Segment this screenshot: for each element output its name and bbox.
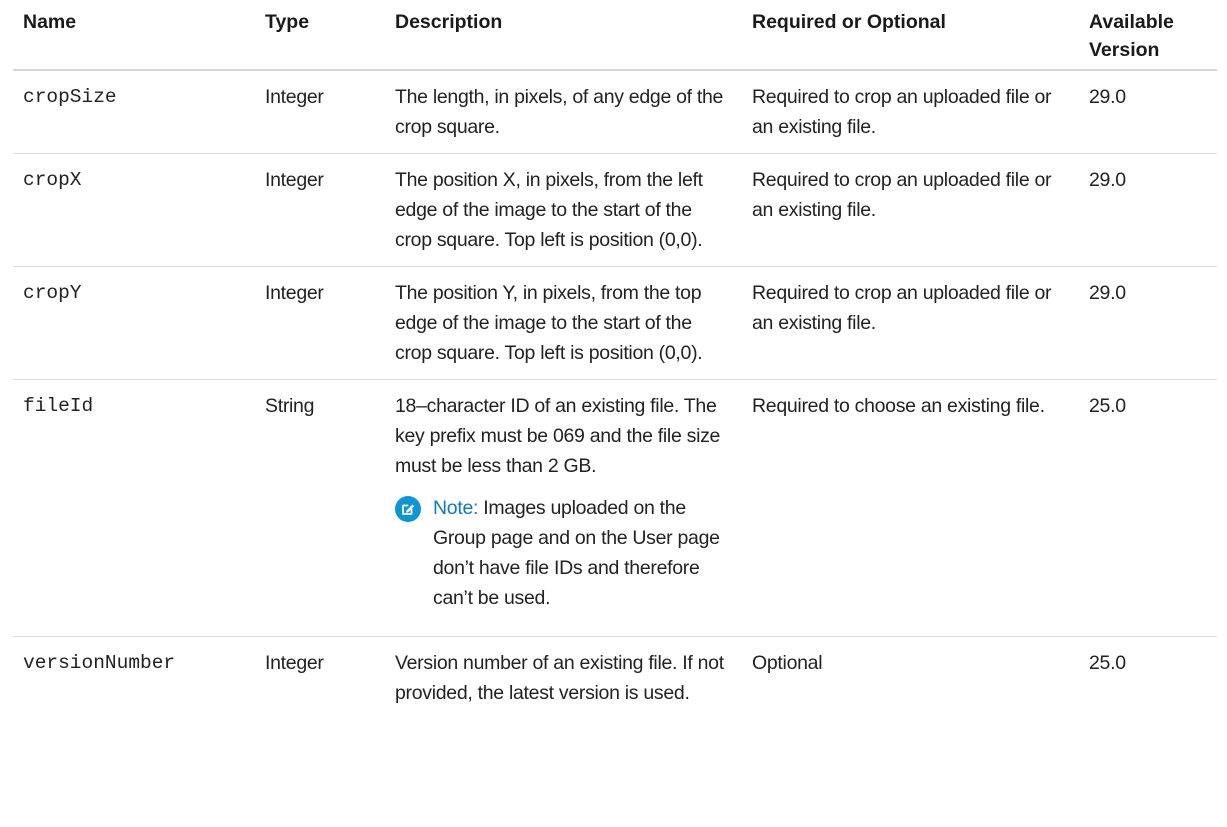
param-type: Integer xyxy=(255,266,385,380)
header-description: Description xyxy=(385,0,742,71)
param-name: versionNumber xyxy=(23,652,176,674)
table-row: cropSize Integer The length, in pixels, … xyxy=(13,70,1217,154)
parameters-table: Name Type Description Required or Option… xyxy=(13,0,1217,719)
note-body: Note: Images uploaded on the Group page … xyxy=(433,493,732,613)
param-description: Version number of an existing file. If n… xyxy=(395,652,724,704)
param-required: Required to crop an uploaded file or an … xyxy=(742,266,1079,380)
param-type: Integer xyxy=(255,153,385,267)
param-type: Integer xyxy=(255,70,385,154)
param-name: cropSize xyxy=(13,70,255,154)
table-row: cropX Integer The position X, in pixels,… xyxy=(13,153,1217,267)
param-version: 29.0 xyxy=(1079,266,1217,380)
edit-note-icon xyxy=(395,496,421,522)
param-type: Integer xyxy=(265,652,324,674)
param-version: 25.0 xyxy=(1079,379,1217,637)
header-type: Type xyxy=(255,0,385,71)
note-callout: Note: Images uploaded on the Group page … xyxy=(395,493,732,613)
param-name: fileId xyxy=(13,379,255,637)
header-required-optional: Required or Optional xyxy=(742,0,1079,71)
param-name: cropY xyxy=(13,266,255,380)
param-version: 29.0 xyxy=(1079,70,1217,154)
table-row: versionNumber Integer Version number of … xyxy=(13,637,1217,720)
param-version: 29.0 xyxy=(1079,153,1217,267)
param-description: 18–character ID of an existing file. The… xyxy=(395,395,721,477)
param-description: The position X, in pixels, from the left… xyxy=(385,153,742,267)
param-required: Required to choose an existing file. xyxy=(742,379,1079,637)
param-required: Optional xyxy=(752,652,823,674)
param-version: 25.0 xyxy=(1089,652,1126,674)
table-row: fileId String 18–character ID of an exis… xyxy=(13,379,1217,637)
param-description: The length, in pixels, of any edge of th… xyxy=(385,70,742,154)
param-required: Required to crop an uploaded file or an … xyxy=(742,153,1079,267)
table-row: cropY Integer The position Y, in pixels,… xyxy=(13,266,1217,380)
note-label: Note: xyxy=(433,497,479,519)
table-header-row: Name Type Description Required or Option… xyxy=(13,0,1217,71)
param-required: Required to crop an uploaded file or an … xyxy=(742,70,1079,154)
header-name: Name xyxy=(13,0,255,71)
param-description-cell: 18–character ID of an existing file. The… xyxy=(385,379,742,637)
param-description: The position Y, in pixels, from the top … xyxy=(385,266,742,380)
param-name: cropX xyxy=(13,153,255,267)
header-available-version: Available Version xyxy=(1079,0,1217,71)
param-type: String xyxy=(255,379,385,637)
